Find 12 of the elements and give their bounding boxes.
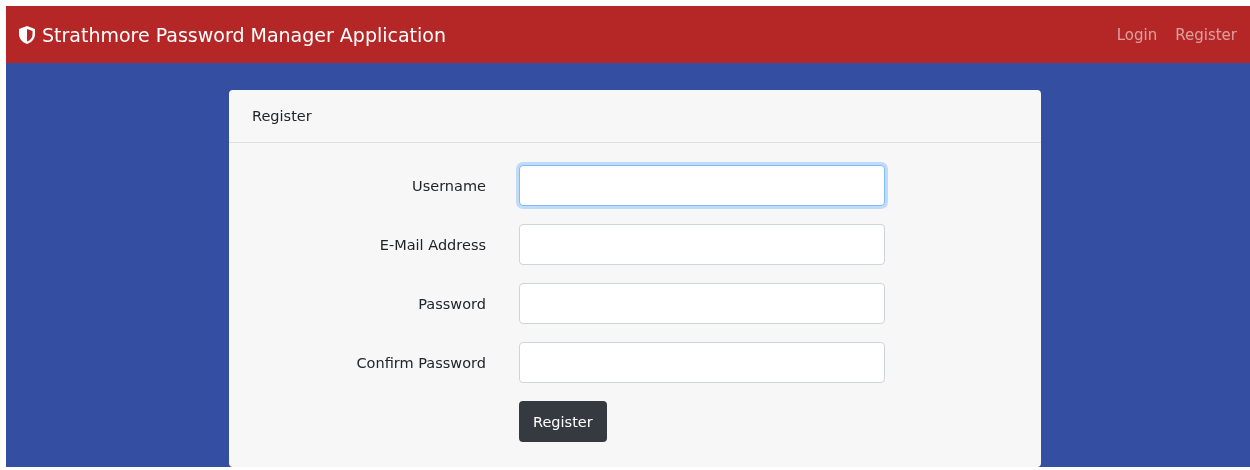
input-field[interactable]: [519, 283, 885, 324]
field-label: Confirm Password: [355, 354, 486, 371]
register-button[interactable]: Register: [519, 401, 607, 442]
input-field[interactable]: [519, 224, 885, 265]
input-field[interactable]: [519, 165, 885, 206]
card-title: Register: [252, 108, 312, 124]
field-label: Password: [417, 295, 486, 312]
field-label: Username: [411, 177, 486, 194]
shield-icon: [18, 24, 36, 45]
field-label: E-Mail Address: [378, 236, 486, 253]
app-title[interactable]: Strathmore Password Manager Application: [42, 23, 446, 46]
input-field[interactable]: [519, 342, 885, 383]
